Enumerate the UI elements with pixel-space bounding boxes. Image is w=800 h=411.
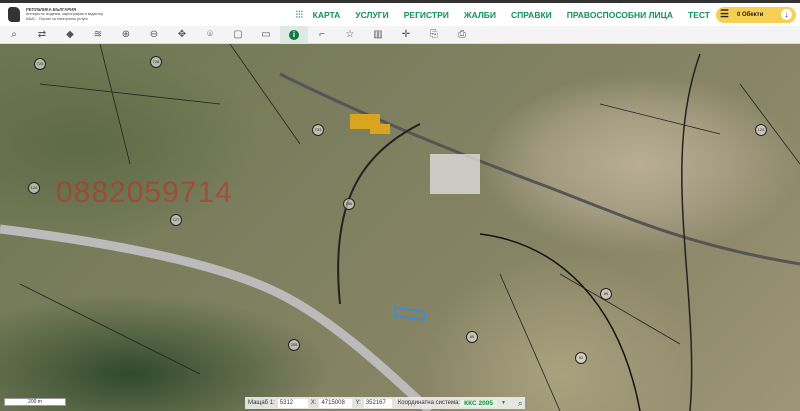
location-pin-icon: ⌾: [207, 29, 213, 40]
scale-input[interactable]: 5312: [277, 398, 308, 408]
parcel-label[interactable]: 728: [150, 56, 162, 68]
route-icon: ⇄: [37, 29, 47, 40]
layers-icon: ≋: [93, 29, 103, 40]
parcel-label[interactable]: 733: [312, 124, 324, 136]
crosshair-icon: ✛: [401, 29, 411, 40]
selected-parcel[interactable]: [394, 306, 426, 321]
highway: [0, 224, 434, 411]
pan-tool[interactable]: ✥: [168, 26, 196, 44]
parcel-label[interactable]: 255: [288, 339, 300, 351]
x-label: X:: [310, 400, 317, 406]
map-toolbar: ⌕ ⇄ ◆ ≋ ⊕ ⊖ ✥ ⌾ ▢ ▭ i ⌐ ☆ ▥ ✛ ⎘ ⎙: [0, 25, 800, 44]
search-icon: ⌕: [11, 29, 17, 40]
map-canvas[interactable]: 0882059714 725 728 124 127 733 256 89 92…: [0, 44, 800, 411]
search-tool[interactable]: ⌕: [0, 26, 28, 44]
zoom-out-icon: ⊖: [149, 29, 159, 40]
zoom-out-tool[interactable]: ⊖: [140, 26, 168, 44]
deselect-rect-tool[interactable]: ▭: [252, 26, 280, 44]
parcel-label[interactable]: 124: [755, 124, 767, 136]
search-icon[interactable]: ⌕: [518, 398, 523, 409]
layer-tool[interactable]: ◆: [56, 26, 84, 44]
map-tool[interactable]: ▥: [364, 26, 392, 44]
parcel-label[interactable]: 725: [34, 58, 46, 70]
zoom-in-tool[interactable]: ⊕: [112, 26, 140, 44]
map-overlay: [0, 44, 800, 411]
info-tool[interactable]: i: [280, 25, 308, 44]
scale-bar: 200 m: [4, 398, 66, 406]
parcel-label[interactable]: 124: [28, 182, 40, 194]
layers-tool[interactable]: ≋: [84, 26, 112, 44]
download-icon[interactable]: ↓: [781, 9, 792, 20]
nav-uslugi[interactable]: УСЛУГИ: [355, 10, 388, 20]
apps-grid-icon[interactable]: ⁝⁝⁝: [295, 8, 303, 21]
measure-tool[interactable]: ⌐: [308, 26, 336, 44]
parcel-label[interactable]: 127: [170, 214, 182, 226]
parcel-label[interactable]: 85: [466, 331, 478, 343]
parcel-label[interactable]: 89: [600, 288, 612, 300]
crosshair-tool[interactable]: ✛: [392, 26, 420, 44]
logo-title: РЕПУБЛИКА БЪЛГАРИЯ: [26, 6, 77, 12]
nav-pravosposobni-lica[interactable]: ПРАВОСПОСОБНИ ЛИЦА: [567, 10, 673, 20]
status-bar: Мащаб 1: 5312 X: 4715008 Y: 352167 Коорд…: [245, 397, 525, 409]
deselect-rect-icon: ▭: [261, 29, 271, 40]
select-rect-icon: ▢: [233, 29, 243, 40]
polygon-icon: ☆: [345, 29, 355, 40]
nav-test[interactable]: ТЕСТ: [688, 10, 710, 20]
export-tool[interactable]: ⎘: [420, 26, 448, 44]
x-input[interactable]: 4715008: [319, 398, 353, 408]
info-icon: i: [289, 29, 299, 40]
parcel-label[interactable]: 92: [575, 352, 587, 364]
railway: [279, 72, 800, 266]
main-nav: ⁝⁝⁝ КАРТА УСЛУГИ РЕГИСТРИ ЖАЛБИ СПРАВКИ …: [295, 3, 800, 26]
map-icon: ▥: [373, 29, 383, 40]
nav-zhalbi[interactable]: ЖАЛБИ: [464, 10, 496, 20]
logo[interactable]: РЕПУБЛИКА БЪЛГАРИЯ Агенция по геодезия, …: [8, 7, 103, 22]
export-icon: ⎘: [430, 29, 438, 40]
logo-line1: Агенция по геодезия, картография и кадас…: [26, 12, 104, 17]
measure-icon: ⌐: [319, 29, 325, 40]
print-icon: ⎙: [458, 29, 466, 40]
logo-line2: КАИС - Портал за електронни услуги: [26, 16, 88, 21]
scale-label: Мащаб 1:: [248, 400, 275, 406]
print-tool[interactable]: ⎙: [448, 26, 476, 44]
objects-button[interactable]: ☰ 0 Обекти ↓: [716, 6, 796, 23]
polygon-tool[interactable]: ☆: [336, 26, 364, 44]
watermark: 0882059714: [56, 176, 233, 209]
location-pin-tool[interactable]: ⌾: [196, 26, 224, 44]
coat-of-arms-icon: [8, 7, 20, 22]
parcel-label[interactable]: 256: [343, 198, 355, 210]
select-rect-tool[interactable]: ▢: [224, 26, 252, 44]
pan-icon: ✥: [177, 29, 187, 40]
zoom-in-icon: ⊕: [121, 29, 131, 40]
y-input[interactable]: 352167: [363, 398, 392, 408]
objects-count: 0 Обекти: [736, 11, 764, 18]
nav-spravki[interactable]: СПРАВКИ: [511, 10, 552, 20]
header: РЕПУБЛИКА БЪЛГАРИЯ Агенция по геодезия, …: [0, 3, 800, 26]
nav-karta[interactable]: КАРТА: [313, 10, 341, 20]
y-label: Y:: [355, 400, 361, 406]
chevron-down-icon[interactable]: ▼: [501, 400, 506, 406]
nav-registri[interactable]: РЕГИСТРИ: [404, 10, 449, 20]
layer-icon: ◆: [66, 29, 74, 40]
route-tool[interactable]: ⇄: [28, 26, 56, 44]
menu-icon: ☰: [720, 9, 729, 20]
crs-select[interactable]: ККС 2005: [460, 399, 497, 407]
crs-label: Координатна система:: [397, 400, 461, 406]
